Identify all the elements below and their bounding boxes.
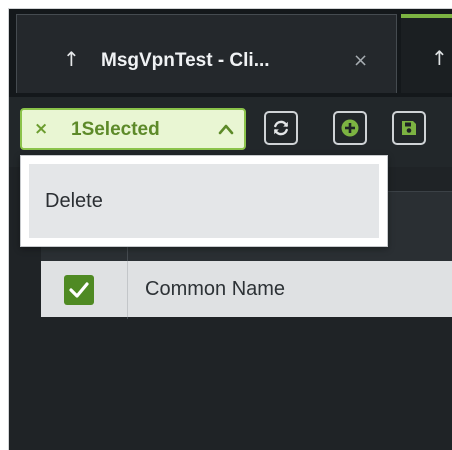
arrow-up-icon: ↑ <box>431 46 448 70</box>
menu-item-label: Delete <box>45 190 103 212</box>
cell-common-name[interactable]: Common Name <box>145 278 285 300</box>
menu-item-delete[interactable]: Delete <box>29 164 379 238</box>
selection-menu: Delete <box>20 155 388 247</box>
tab-title: MsgVpnTest - Cli... <box>101 50 270 71</box>
chevron-up-icon[interactable] <box>218 122 234 136</box>
add-button[interactable] <box>333 111 367 145</box>
save-icon <box>402 121 416 135</box>
tab-next[interactable]: ↑ <box>401 14 452 93</box>
selection-dropdown[interactable]: × 1Selected <box>20 108 246 150</box>
arrow-up-icon: ↑ <box>63 47 80 71</box>
close-icon[interactable]: × <box>353 51 368 71</box>
save-button[interactable] <box>392 111 426 145</box>
clear-selection-icon[interactable]: × <box>34 119 48 139</box>
selection-count-label: 1Selected <box>71 119 160 140</box>
refresh-icon <box>274 120 288 136</box>
screenshot-frame: ↑ MsgVpnTest - Cli... × ↑ × 1Selected Co… <box>0 0 452 450</box>
add-icon <box>341 119 359 137</box>
table-row[interactable]: Common Name <box>41 261 452 317</box>
tab-bar: ↑ MsgVpnTest - Cli... × ↑ <box>9 9 452 97</box>
cell-divider <box>127 261 128 317</box>
checkmark-icon <box>69 282 89 298</box>
app-window: ↑ MsgVpnTest - Cli... × ↑ × 1Selected Co… <box>8 8 452 450</box>
row-checkbox[interactable] <box>64 275 94 305</box>
refresh-button[interactable] <box>264 111 298 145</box>
tab-msgvpntest[interactable]: ↑ MsgVpnTest - Cli... × <box>16 14 397 93</box>
